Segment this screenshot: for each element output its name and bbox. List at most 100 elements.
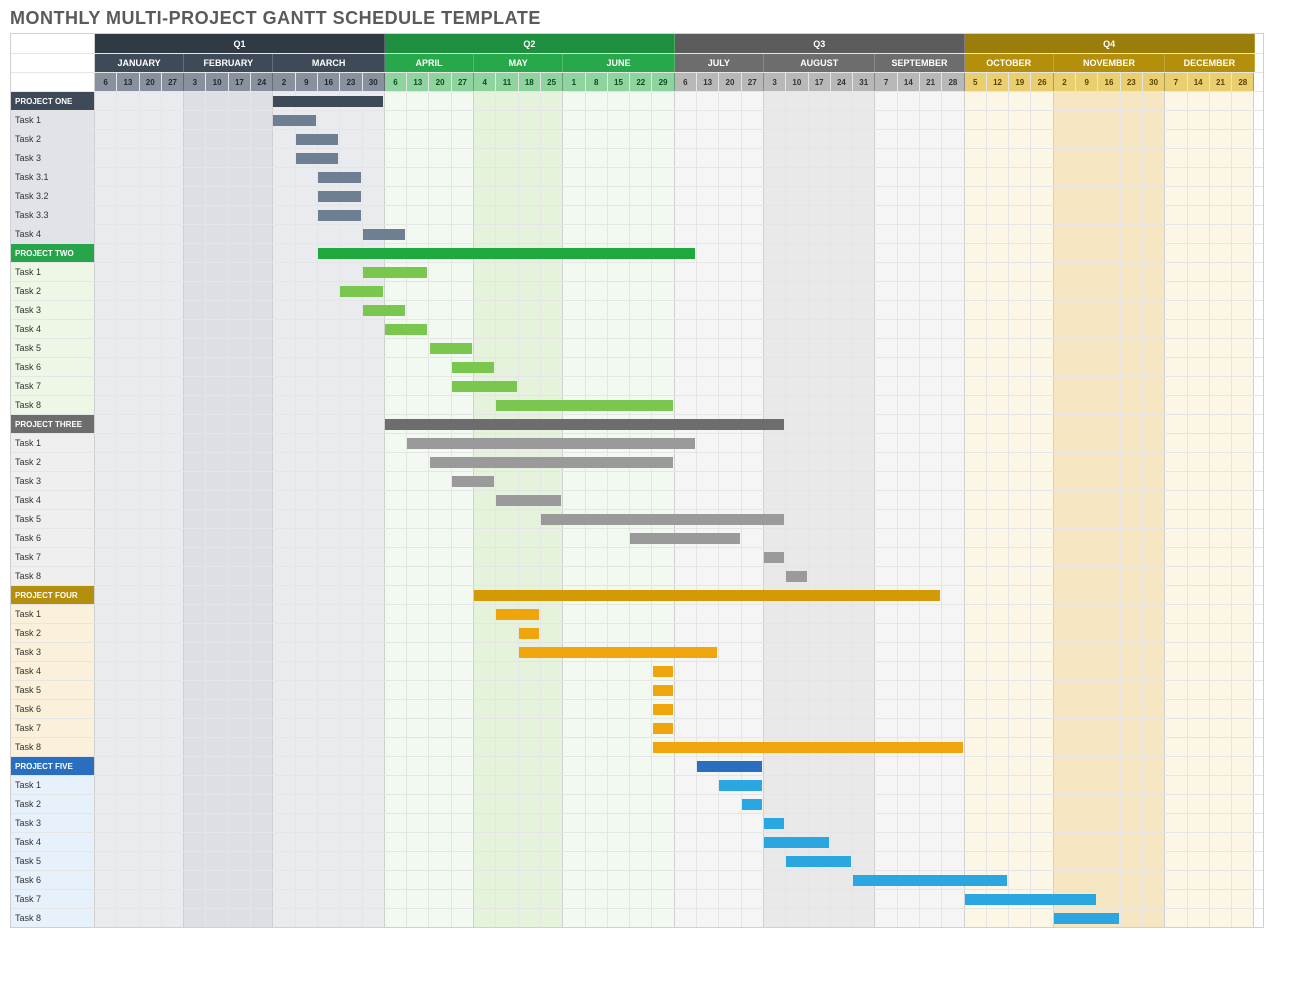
task-row: Task 1: [11, 433, 1263, 452]
task-row: Task 3: [11, 300, 1263, 319]
day-header: 17: [229, 73, 251, 91]
month-header: MAY: [474, 54, 563, 72]
task-row: Task 5: [11, 509, 1263, 528]
gantt-bar: [474, 590, 940, 601]
month-header: NOVEMBER: [1054, 54, 1166, 72]
task-row: Task 8: [11, 908, 1263, 927]
task-label: Task 2: [11, 282, 95, 300]
gantt-bar: [430, 343, 473, 354]
gantt-bar: [318, 210, 361, 221]
task-row: Task 6: [11, 357, 1263, 376]
day-header: 10: [786, 73, 808, 91]
day-header: 6: [95, 73, 117, 91]
task-label: Task 2: [11, 795, 95, 813]
quarter-header: Q3: [675, 34, 965, 53]
month-header: FEBRUARY: [184, 54, 273, 72]
day-header: 24: [831, 73, 853, 91]
gantt-bar: [452, 476, 495, 487]
day-header: 12: [987, 73, 1009, 91]
day-header: 18: [519, 73, 541, 91]
gantt-bar: [363, 305, 406, 316]
task-row: Task 5: [11, 680, 1263, 699]
task-row: Task 4: [11, 490, 1263, 509]
gantt-bar: [786, 856, 851, 867]
task-label: Task 3: [11, 149, 95, 167]
task-row: Task 6: [11, 870, 1263, 889]
gantt-bar: [786, 571, 806, 582]
task-label: Task 2: [11, 130, 95, 148]
task-label: Task 5: [11, 510, 95, 528]
day-header: 16: [318, 73, 340, 91]
gantt-bar: [363, 267, 428, 278]
task-label: Task 1: [11, 263, 95, 281]
header-months: JANUARYFEBRUARYMARCHAPRILMAYJUNEJULYAUGU…: [11, 53, 1263, 72]
task-row: Task 1: [11, 110, 1263, 129]
task-label: Task 7: [11, 890, 95, 908]
gantt-bar: [519, 628, 539, 639]
task-row: Task 1: [11, 262, 1263, 281]
gantt-bar: [340, 286, 383, 297]
day-header: 6: [385, 73, 407, 91]
gantt-bar: [385, 419, 784, 430]
day-header: 3: [184, 73, 206, 91]
task-row: Task 1: [11, 604, 1263, 623]
project-label: PROJECT FOUR: [11, 586, 95, 604]
task-row: Task 7: [11, 718, 1263, 737]
task-label: Task 2: [11, 624, 95, 642]
task-label: Task 8: [11, 396, 95, 414]
gantt-bar: [1054, 913, 1119, 924]
day-header: 2: [273, 73, 295, 91]
quarter-header: Q2: [385, 34, 675, 53]
gantt-bar: [519, 647, 718, 658]
task-label: Task 1: [11, 605, 95, 623]
task-row: Task 4: [11, 224, 1263, 243]
day-header: 21: [1210, 73, 1232, 91]
day-header: 20: [719, 73, 741, 91]
gantt-bar: [853, 875, 1007, 886]
project-row: PROJECT TWO: [11, 243, 1263, 262]
task-label: Task 4: [11, 491, 95, 509]
day-header: 8: [586, 73, 608, 91]
month-header: JANUARY: [95, 54, 184, 72]
task-row: Task 8: [11, 566, 1263, 585]
task-label: Task 4: [11, 225, 95, 243]
quarter-header: Q1: [95, 34, 385, 53]
day-header: 19: [1009, 73, 1031, 91]
project-row: PROJECT FOUR: [11, 585, 1263, 604]
task-label: Task 8: [11, 909, 95, 927]
day-header: 10: [206, 73, 228, 91]
task-label: Task 3: [11, 643, 95, 661]
task-row: Task 8: [11, 395, 1263, 414]
task-row: Task 4: [11, 661, 1263, 680]
day-header: 27: [452, 73, 474, 91]
day-header: 3: [764, 73, 786, 91]
task-label: Task 4: [11, 833, 95, 851]
task-label: Task 4: [11, 662, 95, 680]
project-row: PROJECT ONE: [11, 91, 1263, 110]
gantt-bar: [452, 381, 517, 392]
task-label: Task 8: [11, 567, 95, 585]
task-row: Task 1: [11, 775, 1263, 794]
day-header: 23: [340, 73, 362, 91]
month-header: OCTOBER: [965, 54, 1054, 72]
gantt-bar: [385, 324, 428, 335]
day-header: 28: [942, 73, 964, 91]
day-header: 20: [429, 73, 451, 91]
day-header: 30: [363, 73, 385, 91]
task-row: Task 3: [11, 471, 1263, 490]
task-label: Task 8: [11, 738, 95, 756]
task-label: Task 6: [11, 358, 95, 376]
day-header: 13: [117, 73, 139, 91]
day-header: 25: [541, 73, 563, 91]
day-header: 23: [1121, 73, 1143, 91]
task-row: Task 6: [11, 699, 1263, 718]
day-header: 31: [853, 73, 875, 91]
project-label: PROJECT FIVE: [11, 757, 95, 775]
task-row: Task 5: [11, 338, 1263, 357]
day-header: 11: [496, 73, 518, 91]
header-days: 6132027310172429162330613202741118251815…: [11, 72, 1263, 91]
task-label: Task 7: [11, 548, 95, 566]
day-header: 14: [1188, 73, 1210, 91]
gantt-bar: [541, 514, 784, 525]
day-header: 7: [875, 73, 897, 91]
